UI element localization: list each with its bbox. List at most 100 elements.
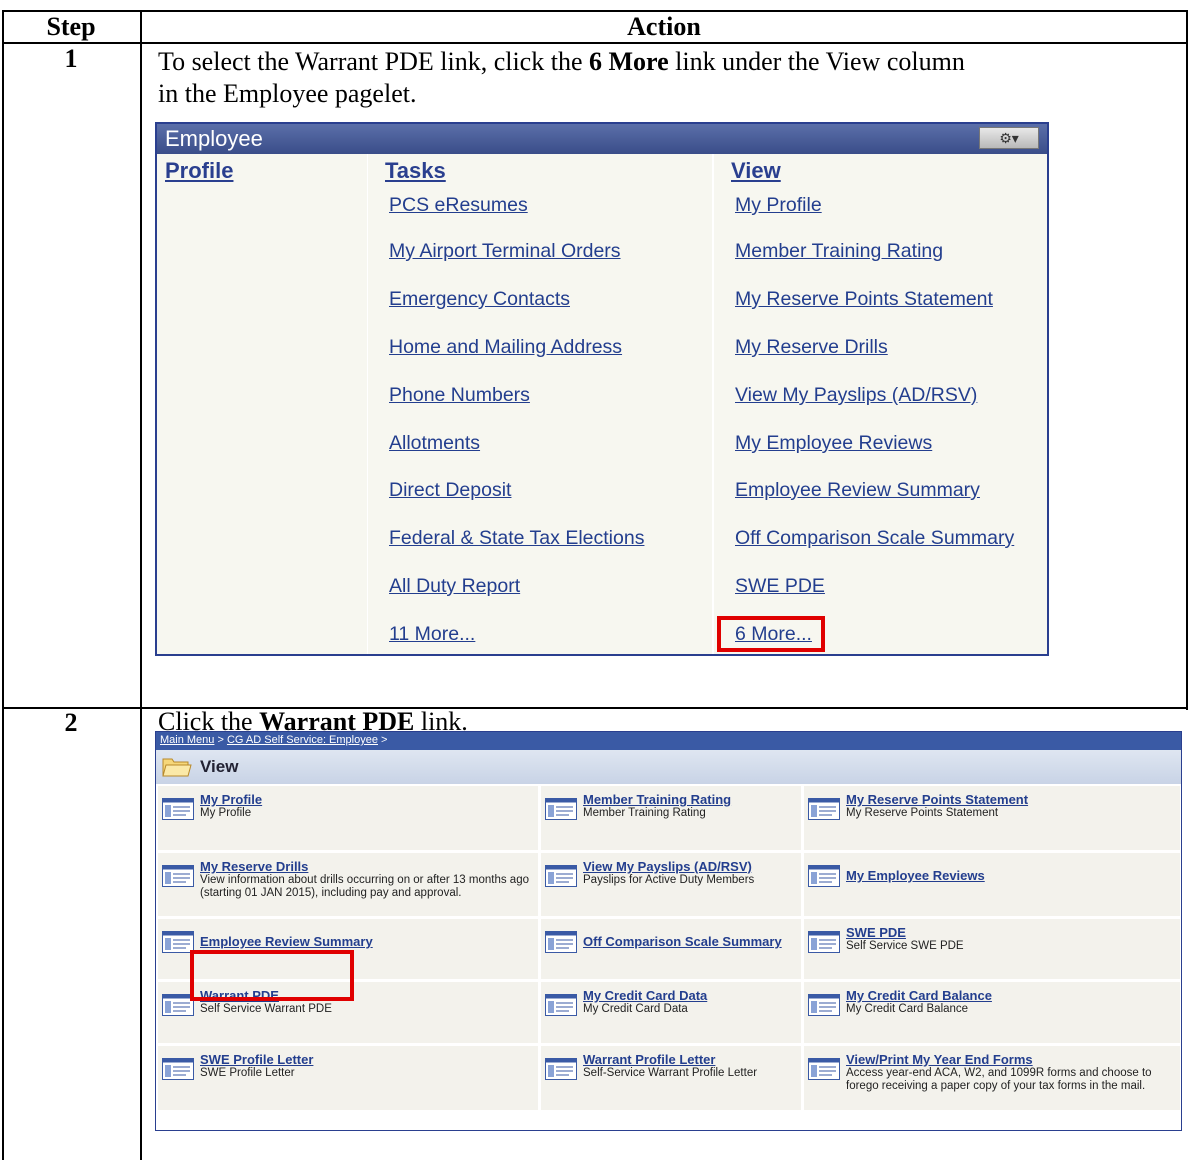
task-link[interactable]: Emergency Contacts [389, 288, 570, 311]
instruction-text: link under the View column [668, 47, 965, 76]
header-action: Action [627, 12, 701, 41]
swe-pde-link[interactable]: SWE PDE [846, 925, 906, 940]
my-reserve-drills-cell: My Reserve Drills View information about … [158, 853, 538, 916]
task-link[interactable]: PCS eResumes [389, 194, 528, 217]
page-icon [808, 1058, 840, 1080]
task-link[interactable]: Home and Mailing Address [389, 336, 622, 359]
swe-profile-letter-cell: SWE Profile Letter SWE Profile Letter [158, 1046, 538, 1110]
page-icon [162, 1058, 194, 1080]
task-link[interactable]: Direct Deposit [389, 479, 511, 502]
instruction-bold: 6 More [588, 47, 669, 76]
breadcrumb-main-menu[interactable]: Main Menu [160, 734, 214, 746]
employee-review-summary-link[interactable]: Employee Review Summary [200, 934, 373, 949]
page-icon [808, 994, 840, 1016]
view-my-payslips-description: Payslips for Active Duty Members [583, 874, 755, 886]
page-icon [545, 865, 577, 887]
breadcrumb-separator: > [214, 734, 227, 746]
employee-pagelet: Employee ⚙▾ Profile Tasks PCS eResumes M… [155, 122, 1049, 656]
view-item-link[interactable]: Employee Review Summary [735, 479, 980, 502]
view-item-link[interactable]: Member Training Rating [735, 240, 943, 263]
my-profile-description: My Profile [200, 807, 252, 819]
tasks-column: Tasks PCS eResumes My Airport Terminal O… [368, 154, 714, 654]
page-icon [808, 798, 840, 820]
page-icon [545, 994, 577, 1016]
warrant-profile-letter-link[interactable]: Warrant Profile Letter [583, 1052, 715, 1067]
folder-icon [162, 758, 192, 777]
my-profile-cell: My Profile My Profile [158, 786, 538, 850]
warrant-profile-letter-description: Self-Service Warrant Profile Letter [583, 1067, 758, 1079]
instruction-text: in the Employee pagelet. [158, 79, 417, 108]
member-training-rating-description: Member Training Rating [583, 807, 706, 819]
my-credit-card-data-cell: My Credit Card Data My Credit Card Data [541, 982, 801, 1043]
view-print-year-end-forms-description: Access year-end ACA, W2, and 1099R forms… [846, 1067, 1152, 1092]
member-training-rating-link[interactable]: Member Training Rating [583, 792, 731, 807]
view-my-payslips-link[interactable]: View My Payslips (AD/RSV) [583, 859, 752, 874]
view-item-link[interactable]: Off Comparison Scale Summary [735, 527, 1014, 550]
tasks-more-link[interactable]: 11 More... [389, 623, 475, 646]
task-link[interactable]: Allotments [389, 432, 480, 455]
view-title: View [200, 757, 239, 776]
my-credit-card-data-link[interactable]: My Credit Card Data [583, 988, 707, 1003]
page-icon [545, 1058, 577, 1080]
my-employee-reviews-cell: My Employee Reviews [804, 853, 1180, 916]
task-link[interactable]: Federal & State Tax Elections [389, 527, 644, 550]
view-link[interactable]: View [731, 158, 781, 184]
breadcrumb: Main Menu > CG AD Self Service: Employee… [156, 732, 1181, 750]
my-reserve-drills-link[interactable]: My Reserve Drills [200, 859, 308, 874]
my-reserve-points-statement-link[interactable]: My Reserve Points Statement [846, 792, 1028, 807]
task-link[interactable]: My Airport Terminal Orders [389, 240, 621, 263]
view-print-year-end-forms-cell: View/Print My Year End Forms Access year-… [804, 1046, 1180, 1110]
view-page: Main Menu > CG AD Self Service: Employee… [155, 731, 1182, 1131]
column-divider [140, 10, 142, 1160]
step-number: 2 [64, 708, 78, 737]
page-icon [808, 931, 840, 953]
off-comparison-scale-summary-cell: Off Comparison Scale Summary [541, 919, 801, 979]
my-credit-card-balance-link[interactable]: My Credit Card Balance [846, 988, 992, 1003]
view-item-link[interactable]: My Profile [735, 194, 822, 217]
tasks-link[interactable]: Tasks [385, 158, 446, 184]
profile-column: Profile [157, 154, 368, 654]
my-credit-card-balance-cell: My Credit Card Balance My Credit Card Bal… [804, 982, 1180, 1043]
off-comparison-scale-summary-link[interactable]: Off Comparison Scale Summary [583, 934, 782, 949]
step-number: 1 [64, 44, 78, 73]
page-icon [808, 865, 840, 887]
view-item-link[interactable]: SWE PDE [735, 575, 825, 598]
gear-icon[interactable]: ⚙▾ [979, 127, 1039, 149]
my-employee-reviews-link[interactable]: My Employee Reviews [846, 868, 985, 883]
view-item-link[interactable]: View My Payslips (AD/RSV) [735, 384, 977, 407]
swe-profile-letter-description: SWE Profile Letter [200, 1067, 295, 1079]
breadcrumb-cg-ad[interactable]: CG AD Self Service: Employee [227, 734, 378, 746]
page-icon [162, 798, 194, 820]
warrant-profile-letter-cell: Warrant Profile Letter Self-Service Warra… [541, 1046, 801, 1110]
my-credit-card-balance-description: My Credit Card Balance [846, 1003, 969, 1015]
task-link[interactable]: All Duty Report [389, 575, 520, 598]
pagelet-title: Employee [165, 126, 263, 151]
view-title-bar: View [156, 750, 1181, 784]
view-item-link[interactable]: My Employee Reviews [735, 432, 932, 455]
task-link[interactable]: Phone Numbers [389, 384, 530, 407]
my-profile-link[interactable]: My Profile [200, 792, 262, 807]
instruction-text: To select the Warrant PDE link, click th… [158, 47, 589, 76]
view-print-year-end-forms-link[interactable]: View/Print My Year End Forms [846, 1052, 1033, 1067]
warrant-pde-description: Self Service Warrant PDE [200, 1003, 332, 1015]
step-instruction: To select the Warrant PDE link, click th… [158, 46, 965, 110]
my-reserve-drills-description: View information about drills occurring … [200, 874, 529, 899]
swe-pde-cell: SWE PDE Self Service SWE PDE [804, 919, 1180, 979]
my-reserve-points-statement-description: My Reserve Points Statement [846, 807, 999, 819]
view-my-payslips-cell: View My Payslips (AD/RSV) Payslips for Ac… [541, 853, 801, 916]
member-training-rating-cell: Member Training Rating Member Training Ra… [541, 786, 801, 850]
breadcrumb-separator: > [377, 734, 388, 746]
highlight-box [190, 950, 354, 1001]
table-border-left [2, 10, 4, 1160]
page-icon [545, 931, 577, 953]
page-icon [162, 865, 194, 887]
page-icon [545, 798, 577, 820]
view-item-link[interactable]: My Reserve Points Statement [735, 288, 993, 311]
view-column: View My Profile Member Training Rating M… [714, 154, 1047, 654]
view-item-link[interactable]: My Reserve Drills [735, 336, 888, 359]
pagelet-header: Employee ⚙▾ [157, 124, 1047, 154]
table-border-right [1186, 10, 1188, 710]
profile-link[interactable]: Profile [165, 158, 233, 184]
swe-profile-letter-link[interactable]: SWE Profile Letter [200, 1052, 313, 1067]
my-reserve-points-statement-cell: My Reserve Points Statement My Reserve Po… [804, 786, 1180, 850]
